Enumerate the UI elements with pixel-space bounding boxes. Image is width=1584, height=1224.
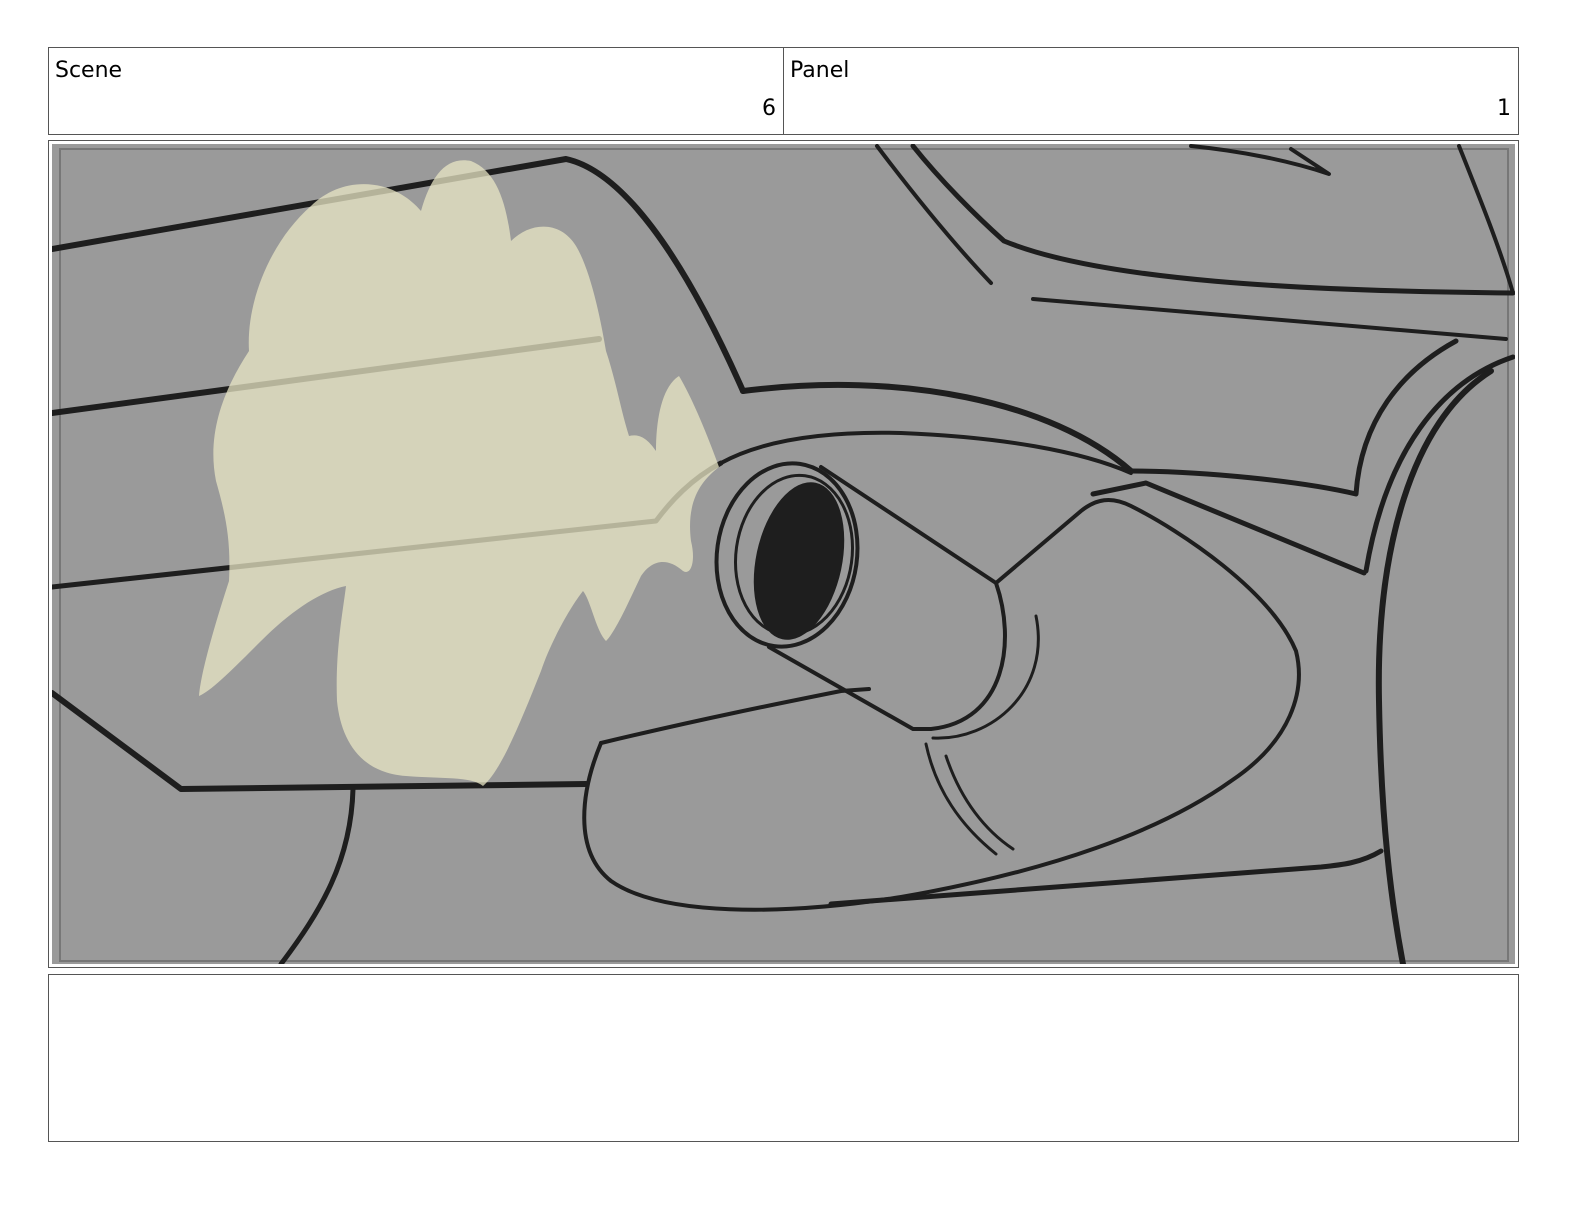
scene-cell: Scene 6	[49, 48, 784, 134]
notes-box	[48, 974, 1519, 1142]
storyboard-header: Scene 6 Panel 1	[48, 47, 1519, 135]
scene-label: Scene	[55, 58, 123, 83]
storyboard-frame	[48, 140, 1519, 968]
scene-number: 6	[762, 96, 776, 121]
storyboard-drawing	[52, 144, 1515, 964]
panel-label: Panel	[790, 58, 850, 83]
panel-number: 1	[1497, 96, 1511, 121]
panel-cell: Panel 1	[784, 48, 1518, 134]
